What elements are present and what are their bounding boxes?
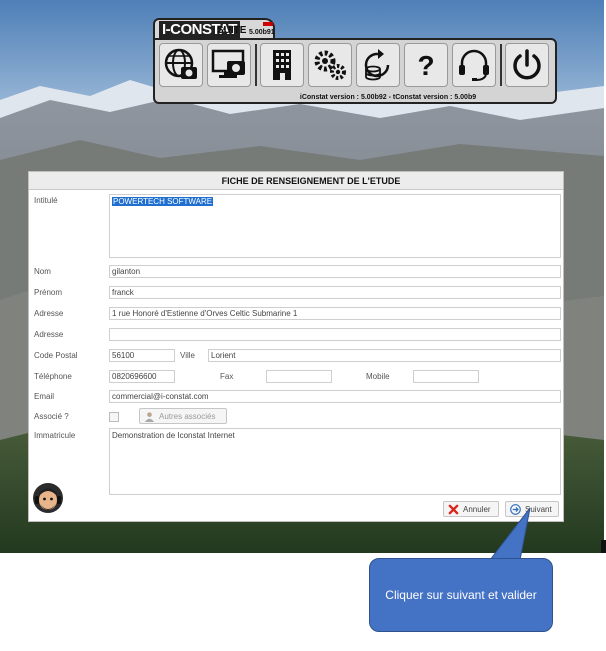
mobile-field[interactable] xyxy=(413,370,479,383)
immatricule-label: Immatricule xyxy=(34,431,76,440)
associe-checkbox[interactable] xyxy=(109,412,119,422)
assistant-avatar-icon xyxy=(33,483,63,513)
help-button[interactable]: ? xyxy=(404,43,448,87)
database-restore-icon xyxy=(364,49,390,81)
code-postal-field[interactable]: 56100 xyxy=(109,349,175,362)
study-info-form: FICHE DE RENSEIGNEMENT DE L'ETUDE Intitu… xyxy=(28,171,564,522)
headset-icon xyxy=(459,49,489,81)
logo-accent xyxy=(263,22,273,26)
prenom-label: Prénom xyxy=(34,288,63,297)
adresse-field[interactable]: 1 rue Honoré d'Estienne d'Orves Celtic S… xyxy=(109,307,561,320)
instruction-callout: Cliquer sur suivant et valider xyxy=(369,558,553,632)
version-info: iConstat version : 5.00b92 - tConstat ve… xyxy=(299,94,477,101)
help-icon: ? xyxy=(417,50,434,81)
fax-label: Fax xyxy=(220,372,234,381)
callout-pointer xyxy=(488,507,531,561)
autres-associes-button[interactable]: Autres associés xyxy=(139,408,227,424)
support-avatar[interactable] xyxy=(32,482,64,516)
intitule-field[interactable]: POWERTECH SOFTWARE xyxy=(109,194,561,258)
window-edge xyxy=(601,540,606,553)
adresse-label: Adresse xyxy=(34,309,64,318)
building-button[interactable] xyxy=(260,43,304,87)
user-icon xyxy=(144,411,155,422)
telephone-field[interactable]: 0820696600 xyxy=(109,370,175,383)
cancel-icon xyxy=(448,504,459,515)
building-icon xyxy=(273,50,291,80)
associe-label: Associé ? xyxy=(34,412,69,421)
svg-text:?: ? xyxy=(417,50,434,81)
logo-suite: SUITE xyxy=(217,25,247,36)
adresse2-label: Adresse xyxy=(34,330,64,339)
monitor-camera-button[interactable] xyxy=(207,43,251,87)
mobile-label: Mobile xyxy=(366,372,390,381)
email-label: Email xyxy=(34,392,55,401)
globe-camera-button[interactable] xyxy=(159,43,203,87)
email-field[interactable]: commercial@i-constat.com xyxy=(109,390,561,403)
globe-camera-icon xyxy=(164,48,197,79)
app-logo: I-CONSTAT SUITE 5.00b91 xyxy=(153,18,275,40)
settings-button[interactable] xyxy=(308,43,352,87)
autres-associes-label: Autres associés xyxy=(159,411,216,421)
fax-field[interactable] xyxy=(266,370,332,383)
telephone-label: Téléphone xyxy=(34,372,72,381)
toolbar-separator xyxy=(500,44,502,86)
app-toolbar: I-CONSTAT SUITE 5.00b91 ? iConstat versi… xyxy=(153,18,557,104)
adresse2-field[interactable] xyxy=(109,328,561,341)
immatricule-field[interactable]: Demonstration de Iconstat Internet xyxy=(109,428,561,495)
ville-field[interactable]: Lorient xyxy=(208,349,561,362)
code-postal-label: Code Postal xyxy=(34,351,78,360)
nom-label: Nom xyxy=(34,267,51,276)
power-button[interactable] xyxy=(505,43,549,87)
prenom-field[interactable]: franck xyxy=(109,286,561,299)
nom-field[interactable]: gilanton xyxy=(109,265,561,278)
ville-label: Ville xyxy=(180,351,195,360)
logo-version: 5.00b91 xyxy=(249,29,275,36)
intitule-value: POWERTECH SOFTWARE xyxy=(112,197,214,206)
restore-button[interactable] xyxy=(356,43,400,87)
toolbar-bar: ? iConstat version : 5.00b92 - tConstat … xyxy=(153,38,557,104)
form-title: FICHE DE RENSEIGNEMENT DE L'ETUDE xyxy=(29,172,563,190)
toolbar-separator xyxy=(255,44,257,86)
intitule-label: Intitulé xyxy=(34,196,58,205)
callout-text: Cliquer sur suivant et valider xyxy=(385,587,537,602)
power-icon xyxy=(513,49,541,80)
support-button[interactable] xyxy=(452,43,496,87)
gears-icon xyxy=(314,50,346,80)
monitor-camera-icon xyxy=(211,49,245,78)
